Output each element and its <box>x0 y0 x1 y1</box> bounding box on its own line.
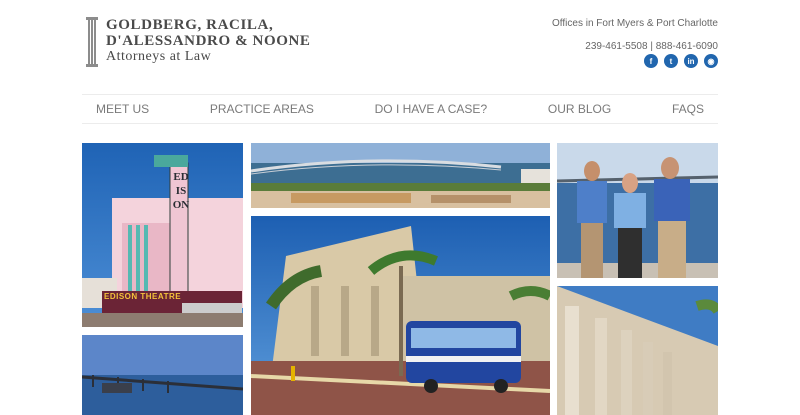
nav-our-blog[interactable]: OUR BLOG <box>534 102 625 116</box>
social-links: f t in ◉ <box>644 54 718 68</box>
photo-downtown-trolley <box>251 216 550 415</box>
photo-attorneys <box>557 143 718 278</box>
firm-tagline: Attorneys at Law <box>106 49 212 64</box>
photo-columns <box>557 286 718 415</box>
nav-meet-us[interactable]: MEET US <box>82 102 163 116</box>
main-nav: MEET US PRACTICE AREAS DO I HAVE A CASE?… <box>82 94 718 124</box>
edison-vertical-sign: EDISON <box>172 171 190 211</box>
nav-do-i-have-a-case[interactable]: DO I HAVE A CASE? <box>361 102 502 116</box>
phone-numbers[interactable]: 239-461-5508 | 888-461-6090 <box>552 41 718 52</box>
rss-icon[interactable]: ◉ <box>704 54 718 68</box>
photo-bridge-panorama <box>251 143 550 208</box>
twitter-icon[interactable]: t <box>664 54 678 68</box>
theatre-marquee: EDISON THEATRE <box>104 292 182 301</box>
facebook-icon[interactable]: f <box>644 54 658 68</box>
nav-faqs[interactable]: FAQS <box>658 102 718 116</box>
firm-name-line1: GOLDBERG, RACILA, <box>106 17 274 33</box>
offices-text: Offices in Fort Myers & Port Charlotte <box>552 18 718 29</box>
firm-name-line2: D'ALESSANDRO & NOONE <box>106 33 311 49</box>
nav-practice-areas[interactable]: PRACTICE AREAS <box>196 102 328 116</box>
firm-logo[interactable]: GOLDBERG, RACILA, D'ALESSANDRO & NOONE A… <box>86 17 311 69</box>
firm-name: GOLDBERG, RACILA, D'ALESSANDRO & NOONE A… <box>106 17 311 69</box>
photo-bridge-water <box>82 335 243 415</box>
pillar-logo-icon <box>86 17 98 67</box>
linkedin-icon[interactable]: in <box>684 54 698 68</box>
